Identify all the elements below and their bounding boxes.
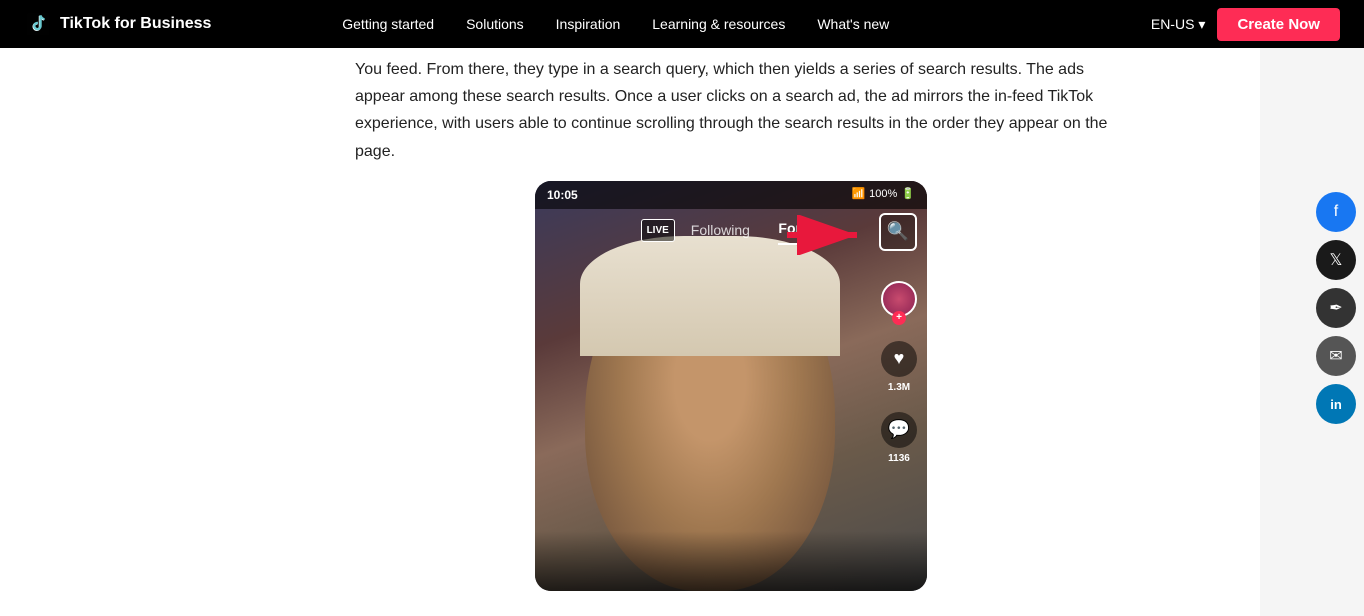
phone-following-tab[interactable]: Following	[691, 219, 750, 243]
nav-right: EN-US ▾ Create Now	[1151, 8, 1340, 41]
comment-icon[interactable]: 💬	[881, 412, 917, 448]
link-icon: ✒	[1329, 298, 1342, 318]
phone-live-badge: LIVE	[641, 219, 675, 242]
follow-plus-icon: +	[892, 311, 906, 325]
language-selector[interactable]: EN-US ▾	[1151, 16, 1206, 33]
like-count: 1.3M	[888, 379, 910, 396]
tab-separator	[762, 217, 766, 244]
linkedin-icon: in	[1330, 397, 1342, 412]
link-copy-button[interactable]: ✒	[1316, 288, 1356, 328]
nav-getting-started[interactable]: Getting started	[342, 16, 434, 32]
nav-inspiration[interactable]: Inspiration	[556, 16, 621, 32]
linkedin-share-button[interactable]: in	[1316, 384, 1356, 424]
phone-search-button[interactable]: 🔍	[879, 213, 917, 251]
phone-sidebar: + ♥ 1.3M 💬 1136	[881, 281, 917, 467]
social-sidebar: f 𝕏 ✒ ✉ in	[1308, 184, 1364, 432]
phone-status-icons: 📶 100% 🔋	[851, 185, 915, 204]
article-text: You feed. From there, they type in a sea…	[355, 56, 1115, 591]
article-section: You feed. From there, they type in a sea…	[0, 48, 1260, 616]
logo[interactable]: TikTok for Business	[24, 10, 211, 38]
facebook-share-button[interactable]: f	[1316, 192, 1356, 232]
like-icon[interactable]: ♥	[881, 341, 917, 377]
nav-solutions[interactable]: Solutions	[466, 16, 524, 32]
phone-time: 10:05	[547, 185, 578, 205]
wifi-icon: 📶	[851, 185, 865, 204]
nav-learning-resources[interactable]: Learning & resources	[652, 16, 785, 32]
twitter-share-button[interactable]: 𝕏	[1316, 240, 1356, 280]
email-icon: ✉	[1329, 346, 1342, 366]
article-paragraph: You feed. From there, they type in a sea…	[355, 56, 1115, 165]
nav-whats-new[interactable]: What's new	[817, 16, 889, 32]
facebook-icon: f	[1334, 203, 1338, 221]
battery-text: 100%	[869, 185, 897, 204]
comment-count: 1136	[888, 450, 910, 467]
create-now-button[interactable]: Create Now	[1217, 8, 1340, 41]
tiktok-logo-icon	[24, 10, 52, 38]
chevron-down-icon: ▾	[1198, 16, 1205, 33]
email-share-button[interactable]: ✉	[1316, 336, 1356, 376]
red-arrow	[787, 215, 877, 264]
navbar: TikTok for Business Getting started Solu…	[0, 0, 1364, 48]
phone-screenshot-container: 10:05 📶 100% 🔋 LIVE Following For Yo	[535, 181, 935, 591]
avatar-container: +	[881, 281, 917, 317]
battery-icon: 🔋	[901, 185, 915, 204]
logo-text: TikTok for Business	[60, 15, 211, 33]
phone-status-bar: 10:05 📶 100% 🔋	[535, 181, 927, 209]
phone-screenshot: 10:05 📶 100% 🔋 LIVE Following For Yo	[535, 181, 927, 591]
search-icon: 🔍	[887, 216, 909, 247]
main-content: You feed. From there, they type in a sea…	[0, 48, 1364, 616]
phone-bottom-overlay	[535, 531, 927, 591]
twitter-icon: 𝕏	[1330, 250, 1343, 270]
nav-links: Getting started Solutions Inspiration Le…	[342, 16, 889, 32]
like-group: ♥ 1.3M	[881, 341, 917, 396]
comment-group: 💬 1136	[881, 412, 917, 467]
